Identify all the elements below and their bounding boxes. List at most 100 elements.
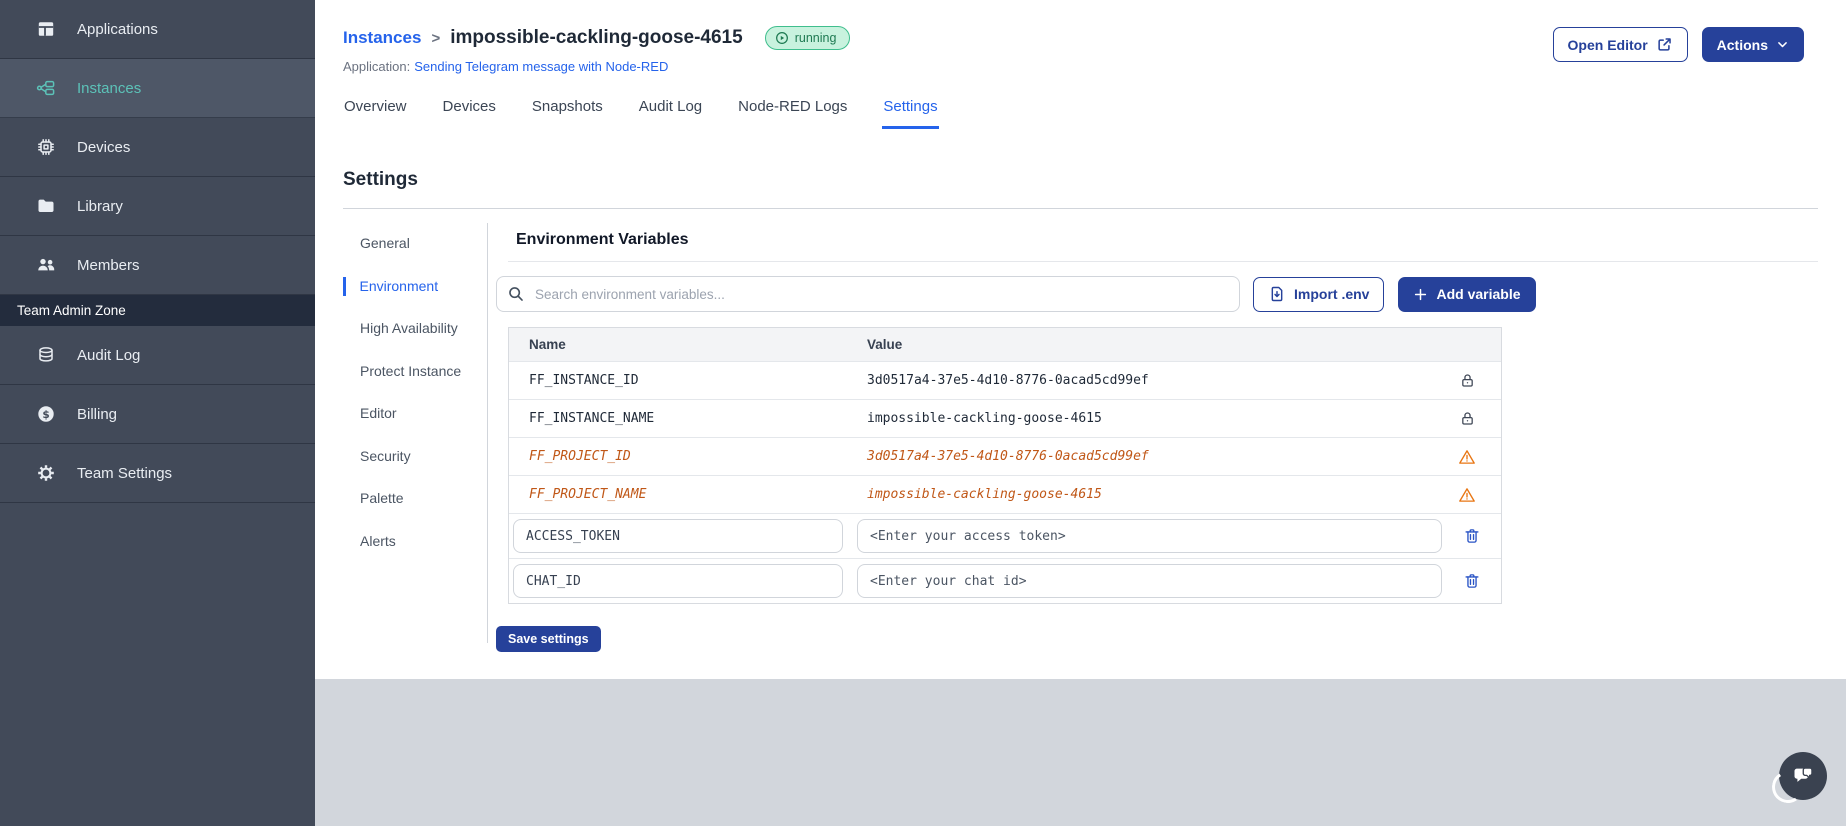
search-input[interactable] — [496, 276, 1240, 312]
env-table-header: Name Value — [509, 328, 1501, 361]
header-actions: Open Editor Actions — [1552, 27, 1804, 62]
application-label: Application: — [343, 59, 411, 74]
env-table: Name Value FF_INSTANCE_ID 3d0517a4-37e5-… — [508, 327, 1502, 604]
sidebar-item-devices[interactable]: Devices — [0, 118, 315, 177]
add-variable-label: Add variable — [1436, 286, 1521, 302]
sidebar-admin-nav: Audit Log $ Billing Team Settings — [0, 326, 315, 503]
open-editor-label: Open Editor — [1567, 36, 1648, 53]
delete-variable-button[interactable] — [1442, 572, 1501, 590]
env-value: impossible-cackling-goose-4615 — [867, 411, 1102, 426]
node-red-flow-icon — [36, 78, 56, 98]
import-doc-icon — [1268, 285, 1286, 303]
column-header-name: Name — [529, 337, 566, 352]
add-variable-button[interactable]: Add variable — [1398, 276, 1536, 312]
lock-icon — [1459, 372, 1476, 389]
open-editor-button[interactable]: Open Editor — [1552, 27, 1688, 62]
env-value: impossible-cackling-goose-4615 — [867, 487, 1102, 502]
page-title: Settings — [343, 169, 418, 190]
settings-divider — [343, 208, 1818, 209]
panel-title: Environment Variables — [516, 231, 689, 248]
trash-icon — [1463, 572, 1481, 590]
settings-nav-security[interactable]: Security — [343, 447, 463, 467]
panel-divider — [508, 261, 1818, 262]
settings-nav-protect-instance[interactable]: Protect Instance — [343, 362, 463, 382]
settings-nav-alerts[interactable]: Alerts — [343, 532, 463, 552]
sidebar-item-billing[interactable]: $ Billing — [0, 385, 315, 444]
env-value-input[interactable] — [857, 564, 1442, 598]
settings-nav-high-availability[interactable]: High Availability — [343, 319, 463, 339]
settings-nav-general[interactable]: General — [343, 234, 463, 254]
sidebar-item-label: Devices — [77, 138, 131, 156]
users-icon — [36, 255, 56, 275]
sidebar-item-instances[interactable]: Instances — [0, 59, 315, 118]
chat-widget-button[interactable] — [1779, 752, 1827, 800]
sidebar-item-label: Applications — [77, 20, 158, 38]
settings-nav-environment[interactable]: Environment — [343, 276, 463, 296]
sidebar-item-label: Library — [77, 197, 123, 215]
trash-icon — [1463, 527, 1481, 545]
env-toolbar: Import .env Add variable — [496, 276, 1818, 312]
env-name-input[interactable] — [513, 564, 843, 598]
sidebar-main-nav: Applications Instances Devices Library M… — [0, 0, 315, 295]
env-name: FF_INSTANCE_ID — [529, 373, 639, 388]
settings-nav-editor[interactable]: Editor — [343, 404, 463, 424]
folder-icon — [36, 196, 56, 216]
tab-audit-log[interactable]: Audit Log — [638, 98, 703, 129]
instance-name: impossible-cackling-goose-4615 — [450, 27, 743, 48]
plus-icon — [1413, 287, 1428, 302]
lock-icon — [1459, 410, 1476, 427]
sidebar-item-members[interactable]: Members — [0, 236, 315, 295]
import-env-button[interactable]: Import .env — [1253, 276, 1385, 312]
tab-devices[interactable]: Devices — [442, 98, 497, 129]
sidebar-item-label: Billing — [77, 405, 118, 423]
env-name: FF_INSTANCE_NAME — [529, 411, 655, 426]
status-badge: running — [764, 26, 851, 50]
tab-overview[interactable]: Overview — [343, 98, 408, 129]
tab-node-red-logs[interactable]: Node-RED Logs — [737, 98, 848, 129]
svg-text:$: $ — [42, 409, 49, 421]
actions-label: Actions — [1716, 36, 1768, 53]
sidebar-item-team-settings[interactable]: Team Settings — [0, 444, 315, 503]
env-value-input[interactable] — [857, 519, 1442, 553]
sidebar-item-applications[interactable]: Applications — [0, 0, 315, 59]
chevron-down-icon — [1776, 38, 1789, 51]
breadcrumb-instances-link[interactable]: Instances — [343, 28, 421, 48]
env-value: 3d0517a4-37e5-4d10-8776-0acad5cd99ef — [867, 373, 1149, 388]
gear-icon — [36, 463, 56, 483]
main-area: Instances > impossible-cackling-goose-46… — [315, 0, 1846, 826]
search-box — [496, 276, 1240, 312]
actions-button[interactable]: Actions — [1701, 27, 1804, 62]
play-circle-icon — [775, 31, 789, 45]
env-name: FF_PROJECT_NAME — [529, 487, 647, 502]
applications-grid-icon — [36, 19, 56, 39]
tab-snapshots[interactable]: Snapshots — [531, 98, 604, 129]
sidebar-item-library[interactable]: Library — [0, 177, 315, 236]
page-footer-band — [315, 679, 1846, 826]
env-row — [509, 513, 1501, 558]
env-row: FF_INSTANCE_NAME impossible-cackling-goo… — [509, 399, 1501, 437]
sidebar-item-label: Instances — [77, 79, 142, 97]
sidebar-item-audit-log[interactable]: Audit Log — [0, 326, 315, 385]
sidebar-item-label: Audit Log — [77, 346, 141, 364]
breadcrumb-separator: > — [431, 29, 441, 47]
settings-nav-palette[interactable]: Palette — [343, 489, 463, 509]
delete-variable-button[interactable] — [1442, 527, 1501, 545]
env-name: FF_PROJECT_ID — [529, 449, 631, 464]
chat-bubbles-icon — [1790, 763, 1817, 790]
env-name-input[interactable] — [513, 519, 843, 553]
tab-settings[interactable]: Settings — [882, 98, 939, 129]
env-row: FF_PROJECT_NAME impossible-cackling-goos… — [509, 475, 1501, 513]
column-header-value: Value — [867, 337, 903, 352]
dollar-circle-icon: $ — [36, 404, 56, 424]
team-admin-zone-label: Team Admin Zone — [0, 295, 315, 326]
search-icon — [507, 285, 525, 308]
database-icon — [36, 345, 56, 365]
save-settings-button[interactable]: Save settings — [496, 626, 601, 652]
sidebar-item-label: Team Settings — [77, 464, 173, 482]
chip-icon — [36, 137, 56, 157]
status-badge-label: running — [794, 31, 837, 45]
vertical-divider — [487, 223, 488, 643]
sidebar-item-label: Members — [77, 256, 140, 274]
application-link[interactable]: Sending Telegram message with Node-RED — [414, 59, 668, 74]
sidebar: Applications Instances Devices Library M… — [0, 0, 315, 826]
